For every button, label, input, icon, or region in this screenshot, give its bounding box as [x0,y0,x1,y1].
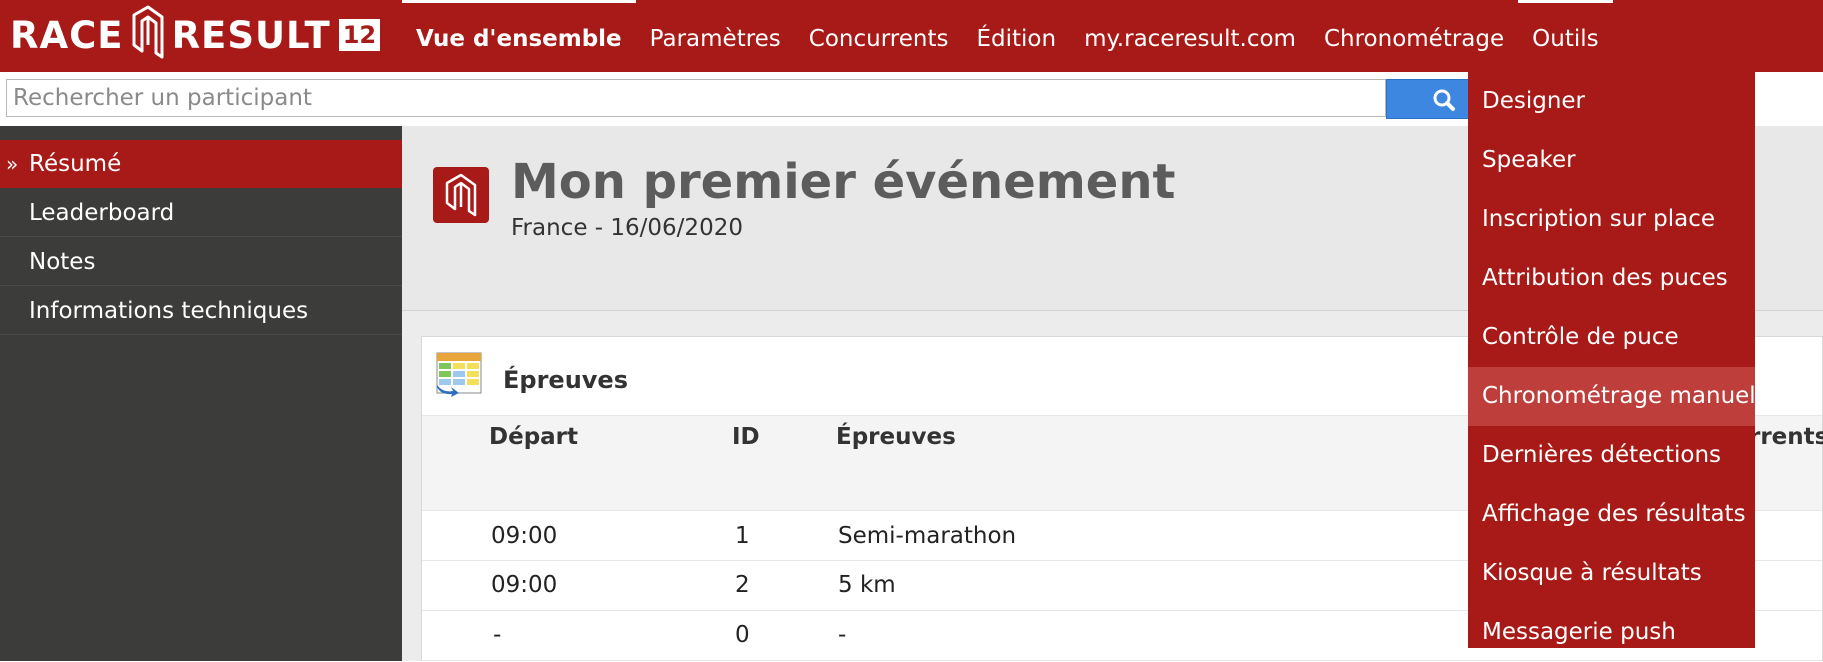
nav-chronometrage[interactable]: Chronométrage [1310,0,1518,72]
table-icon [433,347,485,399]
tools-dropdown-menu: Designer Speaker Inscription sur place A… [1468,72,1756,648]
nav-myraceresult[interactable]: my.raceresult.com [1070,0,1310,72]
cell-id: 2 [735,572,750,598]
nav-outils[interactable]: Outils [1518,0,1613,72]
logo-text-race: RACE [10,13,124,57]
menu-item-inscription-sur-place[interactable]: Inscription sur place [1468,190,1755,249]
cell-depart: - [493,622,502,648]
nav-vue-ensemble[interactable]: Vue d'ensemble [402,0,636,72]
logo-text-result: RESULT [171,13,331,57]
logo-version-badge: 12 [338,19,381,51]
sidebar-item-label: Notes [29,249,96,275]
sidebar-item-informations-techniques[interactable]: Informations techniques [0,287,402,335]
column-header-id[interactable]: ID [732,424,760,450]
cell-id: 0 [735,622,750,648]
cell-depart: 09:00 [491,572,558,598]
nav-concurrents[interactable]: Concurrents [795,0,963,72]
contests-title: Épreuves [503,366,628,394]
sidebar-item-label: Résumé [29,151,122,177]
logo-mark-icon [128,5,168,65]
page-title: Mon premier événement [511,154,1176,210]
sidebar-item-label: Informations techniques [29,298,309,324]
cell-epreuve: Semi-marathon [838,523,1017,549]
sidebar-item-label: Leaderboard [29,200,175,226]
menu-item-chronometrage-manuel[interactable]: Chronométrage manuel [1468,367,1756,426]
main-nav: Vue d'ensemble Paramètres Concurrents Éd… [402,0,1613,72]
nav-edition[interactable]: Édition [962,0,1070,72]
race-result-logo[interactable]: RACE RESULT 12 [10,4,381,66]
cell-epreuve: - [838,622,847,648]
menu-item-controle-puce[interactable]: Contrôle de puce [1468,308,1755,367]
column-header-epreuves[interactable]: Épreuves [836,424,956,450]
search-input[interactable] [6,79,1386,117]
cell-epreuve: 5 km [838,572,896,598]
column-header-depart[interactable]: Départ [489,424,578,450]
column-header-concurrents[interactable]: rrents [1749,424,1823,450]
cell-id: 1 [735,523,750,549]
sidebar-item-notes[interactable]: Notes [0,238,402,286]
menu-item-attribution-puces[interactable]: Attribution des puces [1468,249,1755,308]
menu-item-speaker[interactable]: Speaker [1468,131,1755,190]
event-subtitle: France - 16/06/2020 [511,215,743,241]
sidebar-item-resume[interactable]: » Résumé [0,140,402,188]
menu-item-dernieres-detections[interactable]: Dernières détections [1468,426,1755,485]
menu-item-kiosque-resultats[interactable]: Kiosque à résultats [1468,544,1755,603]
menu-item-designer[interactable]: Designer [1468,72,1755,131]
cell-depart: 09:00 [491,523,558,549]
sidebar-item-leaderboard[interactable]: Leaderboard [0,189,402,237]
event-logo-icon [433,167,489,223]
menu-item-messagerie-push[interactable]: Messagerie push [1468,603,1755,662]
nav-parametres[interactable]: Paramètres [636,0,795,72]
menu-item-affichage-resultats[interactable]: Affichage des résultats [1468,485,1755,544]
chevron-double-right-icon: » [6,152,19,176]
